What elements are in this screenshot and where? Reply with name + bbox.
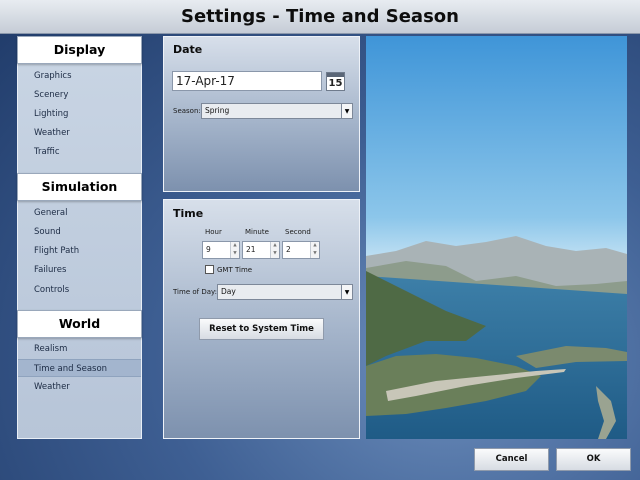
sidebar-item-flight-path[interactable]: Flight Path [18, 242, 141, 260]
sidebar-item-traffic[interactable]: Traffic [18, 143, 141, 161]
season-dropdown[interactable]: Spring ▼ [201, 103, 353, 119]
second-spinner[interactable]: 2 ▲ ▼ [282, 241, 320, 259]
gmt-checkbox[interactable] [205, 265, 214, 274]
second-label: Second [285, 228, 311, 236]
ok-button[interactable]: OK [556, 448, 631, 471]
chevron-up-icon[interactable]: ▲ [271, 242, 279, 250]
chevron-down-icon[interactable]: ▼ [271, 250, 279, 258]
cancel-button[interactable]: Cancel [474, 448, 549, 471]
window-title: Settings - Time and Season [0, 0, 640, 34]
sidebar-item-scenery[interactable]: Scenery [18, 86, 141, 104]
sidebar-item-realism[interactable]: Realism [18, 340, 141, 358]
time-of-day-value: Day [221, 287, 236, 296]
chevron-up-icon[interactable]: ▲ [311, 242, 319, 250]
settings-sidebar: Display Graphics Scenery Lighting Weathe… [17, 36, 142, 439]
time-of-day-label: Time of Day: [173, 288, 217, 296]
hour-value: 9 [206, 245, 211, 254]
sidebar-item-graphics[interactable]: Graphics [18, 67, 141, 85]
hour-spinner[interactable]: 9 ▲ ▼ [202, 241, 240, 259]
minute-value: 21 [246, 245, 256, 254]
chevron-down-icon: ▼ [341, 285, 352, 299]
calendar-button[interactable]: 15 [326, 72, 345, 91]
sidebar-item-time-and-season[interactable]: Time and Season [18, 359, 141, 377]
chevron-down-icon[interactable]: ▼ [231, 250, 239, 258]
chevron-down-icon[interactable]: ▼ [311, 250, 319, 258]
time-panel-title: Time [173, 207, 204, 220]
sidebar-item-weather-world[interactable]: Weather [18, 378, 141, 396]
date-panel-title: Date [173, 43, 203, 56]
sidebar-item-sound[interactable]: Sound [18, 223, 141, 241]
category-header-simulation[interactable]: Simulation [17, 173, 142, 201]
sidebar-item-general[interactable]: General [18, 204, 141, 222]
chevron-down-icon: ▼ [341, 104, 352, 118]
scenery-preview [366, 36, 627, 439]
minute-label: Minute [245, 228, 269, 236]
calendar-day: 15 [328, 78, 343, 89]
sidebar-item-weather-display[interactable]: Weather [18, 124, 141, 142]
sidebar-item-lighting[interactable]: Lighting [18, 105, 141, 123]
category-header-world[interactable]: World [17, 310, 142, 338]
minute-spinner[interactable]: 21 ▲ ▼ [242, 241, 280, 259]
sidebar-item-failures[interactable]: Failures [18, 261, 141, 279]
season-value: Spring [205, 106, 230, 115]
hour-label: Hour [205, 228, 222, 236]
time-of-day-dropdown[interactable]: Day ▼ [217, 284, 353, 300]
scenery-preview-image [366, 36, 627, 439]
second-value: 2 [286, 245, 291, 254]
reset-to-system-time-button[interactable]: Reset to System Time [199, 318, 324, 340]
date-field[interactable]: 17-Apr-17 [172, 71, 322, 91]
sidebar-item-controls[interactable]: Controls [18, 281, 141, 299]
category-header-display[interactable]: Display [17, 36, 142, 64]
season-label: Season: [173, 107, 201, 115]
gmt-label: GMT Time [217, 266, 253, 274]
chevron-up-icon[interactable]: ▲ [231, 242, 239, 250]
